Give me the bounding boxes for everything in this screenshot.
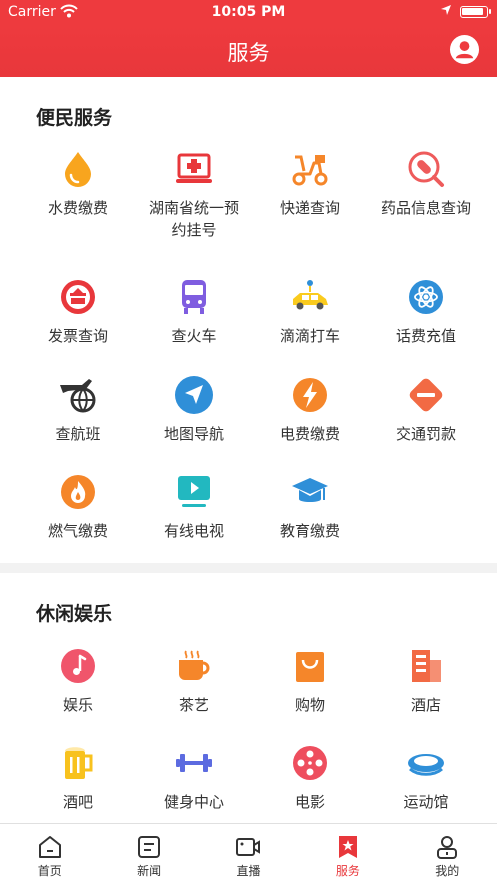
flight-globe-icon: [60, 379, 96, 413]
leisure-shopping[interactable]: 购物: [252, 646, 368, 716]
leisure-entertainment[interactable]: 娱乐: [20, 646, 136, 716]
stadium-icon: [408, 754, 444, 776]
leisure-hotel[interactable]: 酒店: [368, 646, 484, 716]
convenience-services-section: 便民服务 水费缴费 湖南省统一预约挂号 快递查询 药品信息查询 发票查询 查火车…: [0, 77, 497, 563]
service-phone-recharge[interactable]: 话费充值: [368, 277, 484, 347]
tab-home[interactable]: 首页: [0, 824, 99, 883]
leisure-section: 休闲娱乐 娱乐 茶艺 购物 酒店 酒吧 健身中心 电影 运动馆: [0, 573, 497, 823]
pill-search-icon: [408, 151, 444, 187]
film-reel-icon: [293, 746, 327, 780]
bottom-tab-bar: 首页 新闻 直播 服务 我的: [0, 823, 497, 883]
clock: 10:05 PM: [211, 4, 286, 20]
leisure-movie[interactable]: 电影: [252, 743, 368, 813]
section-title: 便民服务: [36, 107, 113, 129]
hotel-building-icon: [412, 650, 441, 682]
service-express-query[interactable]: 快递查询: [252, 149, 368, 219]
home-icon: [38, 836, 61, 858]
service-cable-tv[interactable]: 有线电视: [136, 472, 252, 542]
dumbbell-icon: [176, 754, 212, 772]
service-education-fees[interactable]: 教育缴费: [252, 472, 368, 542]
service-water-bill[interactable]: 水费缴费: [20, 149, 136, 219]
tab-service[interactable]: 服务: [298, 824, 397, 883]
navigation-bar: 服务: [0, 24, 497, 77]
leisure-tea-art[interactable]: 茶艺: [136, 646, 252, 716]
tax-emblem-icon: [61, 280, 95, 314]
tab-live[interactable]: 直播: [199, 824, 298, 883]
service-didi-taxi[interactable]: 滴滴打车: [252, 277, 368, 347]
tv-play-icon: [178, 476, 210, 507]
service-drug-info[interactable]: 药品信息查询: [368, 149, 484, 219]
battery-icon: [460, 6, 491, 18]
tab-news[interactable]: 新闻: [99, 824, 198, 883]
shopping-bag-icon: [296, 652, 324, 682]
leisure-bar[interactable]: 酒吧: [20, 743, 136, 813]
atom-icon: [409, 280, 443, 314]
service-flight-query[interactable]: 查航班: [20, 375, 136, 445]
delivery-scooter-icon: [292, 155, 328, 186]
video-camera-icon: [236, 838, 261, 856]
lightning-icon: [293, 378, 327, 412]
graduation-cap-icon: [292, 478, 328, 502]
leisure-sports-venue[interactable]: 运动馆: [368, 743, 484, 813]
service-map-navigation[interactable]: 地图导航: [136, 375, 252, 445]
no-entry-icon: [409, 378, 443, 412]
service-bookmark-icon: [338, 836, 357, 858]
leisure-fitness-center[interactable]: 健身中心: [136, 743, 252, 813]
music-note-icon: [61, 649, 95, 683]
service-invoice-query[interactable]: 发票查询: [20, 277, 136, 347]
user-account-icon[interactable]: [449, 34, 480, 65]
tab-mine[interactable]: 我的: [398, 824, 497, 883]
beer-mug-icon: [65, 747, 93, 779]
train-icon: [182, 280, 206, 314]
service-electricity-bill[interactable]: 电费缴费: [252, 375, 368, 445]
profile-icon: [437, 836, 458, 859]
water-drop-icon: [65, 152, 91, 187]
service-train-query[interactable]: 查火车: [136, 277, 252, 347]
status-bar: Carrier 10:05 PM: [0, 0, 497, 24]
navigation-arrow-icon: [175, 376, 213, 414]
service-gas-bill[interactable]: 燃气缴费: [20, 472, 136, 542]
medical-monitor-icon: [176, 153, 212, 183]
section-title: 休闲娱乐: [36, 603, 113, 625]
service-list[interactable]: 便民服务 水费缴费 湖南省统一预约挂号 快递查询 药品信息查询 发票查询 查火车…: [0, 77, 497, 823]
page-title: 服务: [227, 41, 270, 65]
service-traffic-fines[interactable]: 交通罚款: [368, 375, 484, 445]
tea-cup-icon: [179, 650, 210, 680]
flame-icon: [61, 475, 95, 509]
service-hospital-appointment[interactable]: 湖南省统一预约挂号: [136, 149, 252, 241]
news-icon: [138, 836, 161, 858]
location-arrow-icon: [441, 5, 451, 15]
taxi-icon: [293, 280, 328, 310]
